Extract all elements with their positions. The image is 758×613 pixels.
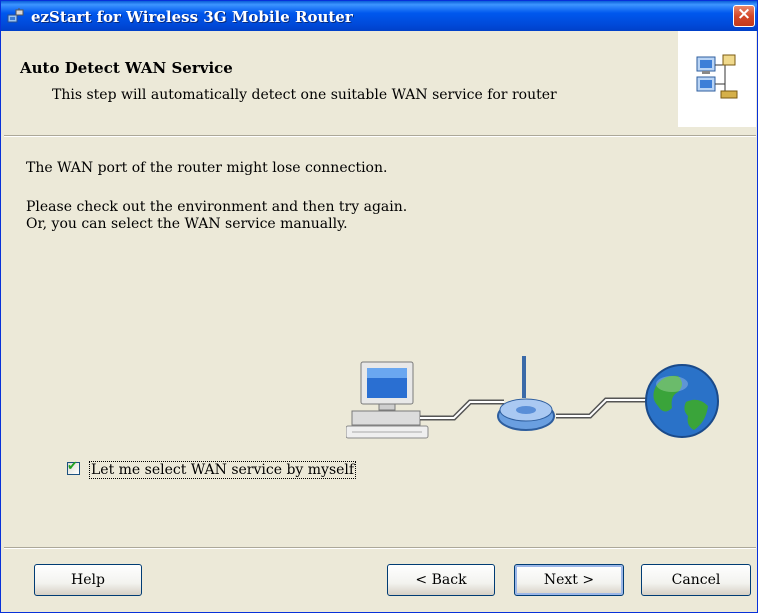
instruction-text-1: Please check out the environment and the… (26, 199, 408, 215)
wizard-header: Auto Detect WAN Service This step will a… (4, 31, 756, 135)
close-icon: × (736, 4, 752, 24)
network-wizard-icon (696, 54, 738, 99)
connection-warning-text: The WAN port of the router might lose co… (26, 160, 388, 176)
title-bar[interactable]: ezStart for Wireless 3G Mobile Router × (1, 1, 757, 31)
computer-icon (346, 361, 429, 439)
manual-select-checkbox[interactable]: ✔ (67, 459, 80, 475)
next-button[interactable]: Next > (514, 564, 624, 596)
app-icon (7, 8, 24, 23)
manual-select-label[interactable]: Let me select WAN service by myself (89, 461, 357, 479)
back-button[interactable]: < Back (387, 564, 495, 596)
network-illustration (346, 356, 719, 439)
window-title: ezStart for Wireless 3G Mobile Router (31, 8, 353, 26)
page-title: Auto Detect WAN Service (20, 59, 233, 77)
header-divider (4, 135, 756, 137)
help-button[interactable]: Help (34, 564, 142, 596)
checkmark-icon: ✔ (67, 459, 78, 474)
footer-divider (4, 547, 756, 549)
page-subtitle: This step will automatically detect one … (52, 87, 557, 103)
globe-icon (645, 364, 719, 438)
header-icon-panel (678, 31, 756, 127)
cancel-button[interactable]: Cancel (641, 564, 751, 596)
router-icon (497, 356, 555, 431)
wizard-window: ezStart for Wireless 3G Mobile Router × … (0, 0, 758, 613)
close-button[interactable]: × (733, 4, 755, 27)
instruction-text-2: Or, you can select the WAN service manua… (26, 216, 348, 232)
